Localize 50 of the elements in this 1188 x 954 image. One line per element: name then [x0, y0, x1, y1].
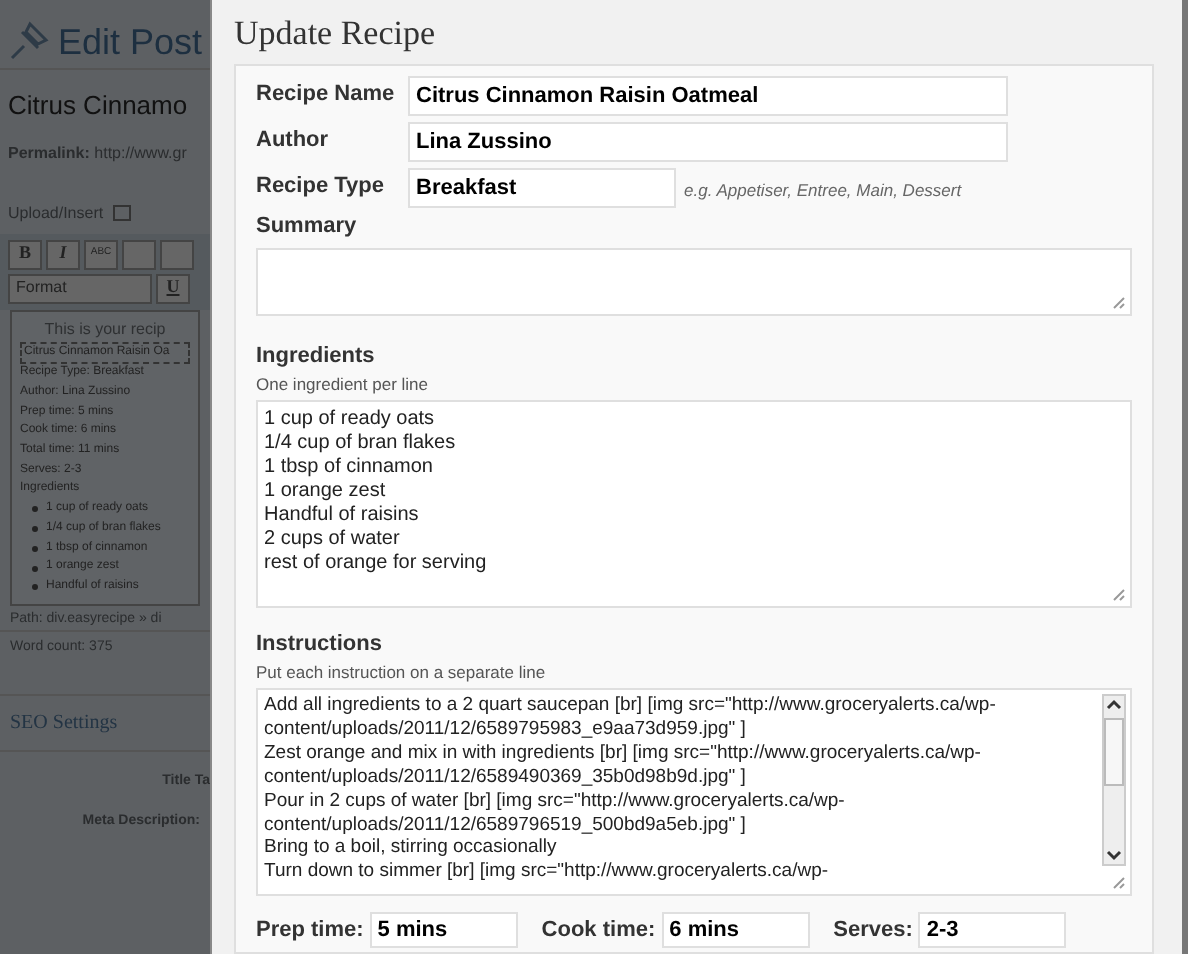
- page-title: Edit Post: [58, 19, 203, 65]
- text-field[interactable]: 2-3: [918, 912, 1067, 948]
- ingredient-line: rest of orange for serving: [264, 551, 489, 576]
- field-label: Summary: [256, 212, 359, 242]
- ingredient-line: 1 cup of ready oats: [264, 407, 437, 432]
- field-label: Prep time:: [256, 915, 364, 946]
- text-field[interactable]: 5 mins: [369, 912, 518, 948]
- resize-grip-icon[interactable]: [1112, 876, 1126, 890]
- ingredient-line: Handful of raisins: [264, 503, 421, 528]
- pushpin-icon: [6, 20, 50, 64]
- seo-settings-title: SEO Settings: [10, 709, 120, 737]
- field-label: Instructions: [256, 629, 384, 660]
- ingredient-line: 2 cups of water: [264, 527, 402, 552]
- bullet-icon: [32, 565, 38, 572]
- instruction-line: Add all ingredients to a 2 quart saucepan [br] [img src="http://www.groceryalerts.ca/wp-: [264, 694, 998, 718]
- field-hint: One ingredient per line: [256, 372, 431, 398]
- scrollbar-thumb[interactable]: [1104, 718, 1124, 786]
- text-field[interactable]: Lina Zussino: [408, 122, 1008, 162]
- bullet-icon: [32, 584, 38, 591]
- instruction-line: content/uploads/2011/12/6589795983_e9aa73d959.jpg" ]: [264, 717, 748, 742]
- field-label: Recipe Name: [256, 80, 397, 110]
- bullet-icon: [32, 506, 38, 513]
- field-hint: Put each instruction on a separate line: [256, 660, 548, 686]
- field-label: Author: [256, 126, 331, 156]
- editor-area[interactable]: [10, 309, 200, 605]
- instruction-line: Zest orange and mix in with ingredients [br] [img src="http://www.groceryalerts.ca/wp-: [264, 741, 983, 766]
- text-field[interactable]: 6 mins: [661, 912, 810, 948]
- field-label: Recipe Type: [256, 172, 386, 202]
- instruction-line: Pour in 2 cups of water [br] [img src="http://www.groceryalerts.ca/wp-: [264, 789, 847, 814]
- bullet-icon: [32, 526, 38, 533]
- instruction-line: content/uploads/2011/12/6589796519_500bd9a5eb.jpg" ]: [264, 813, 748, 837]
- field-label: Serves:: [833, 915, 913, 946]
- ingredient-line: 1 tbsp of cinnamon: [264, 455, 435, 480]
- field-label: Ingredients: [256, 341, 377, 371]
- post-title: Citrus Cinnamo: [8, 88, 190, 124]
- text-field[interactable]: Breakfast: [408, 168, 676, 208]
- instruction-line: content/uploads/2011/12/6589490369_35b0d98b9d.jpg" ]: [264, 765, 748, 790]
- instructions-textarea[interactable]: [256, 688, 1132, 896]
- ingredient-line: 1/4 cup of bran flakes: [264, 431, 458, 456]
- bullet-icon: [32, 545, 38, 552]
- text-field[interactable]: Citrus Cinnamon Raisin Oatmeal: [408, 76, 1008, 116]
- resize-grip-icon[interactable]: [1112, 295, 1126, 309]
- field-hint: e.g. Appetiser, Entree, Main, Dessert: [684, 178, 962, 204]
- field-label: Cook time:: [541, 915, 656, 946]
- resize-grip-icon[interactable]: [1112, 587, 1126, 602]
- ingredient-line: 1 orange zest: [264, 479, 388, 504]
- instruction-line: Turn down to simmer [br] [img src="http://www.groceryalerts.ca/wp-: [264, 860, 831, 885]
- dialog-title: Update Recipe: [234, 12, 438, 56]
- instruction-line: Bring to a boil, stirring occasionally: [264, 836, 559, 861]
- ingredients-textarea[interactable]: 1 cup of ready oats 1/4 cup of bran flakes 1 tbsp of cinnamon 1 orange zest Handful of raisins 2 cups of water rest of orange for serving: [256, 399, 1132, 608]
